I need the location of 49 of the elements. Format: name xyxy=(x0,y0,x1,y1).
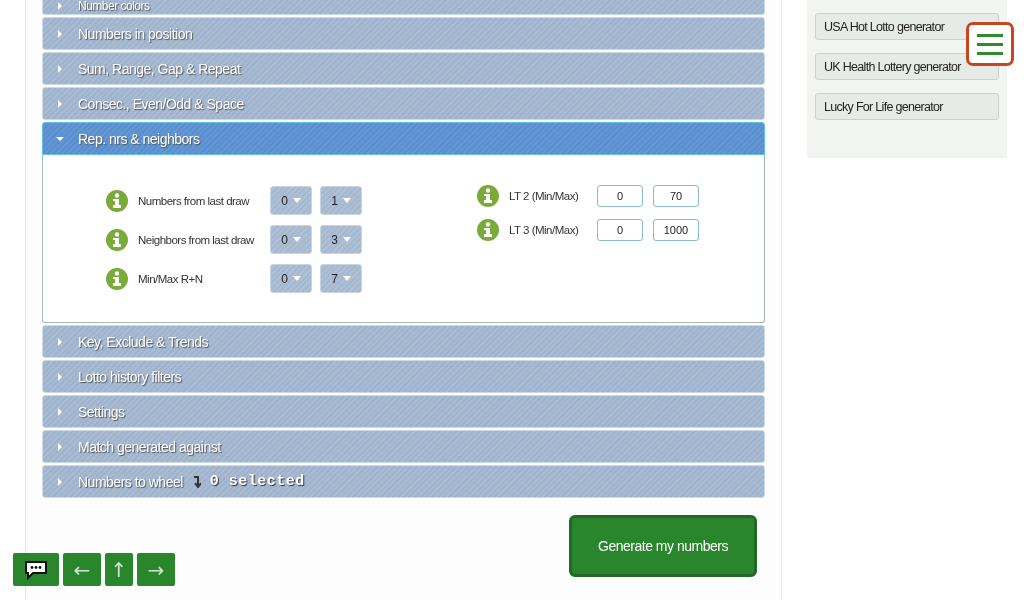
caret-icon xyxy=(342,237,351,242)
nav-arrow-button[interactable]: ← xyxy=(63,553,101,586)
caret-icon xyxy=(56,99,64,108)
min-input[interactable]: 0 xyxy=(597,219,643,241)
filter-label: Neighbors from last draw xyxy=(138,232,256,248)
max-dropdown[interactable]: 1 xyxy=(320,186,362,215)
caret-icon xyxy=(292,237,301,242)
filter-label: Numbers from last draw xyxy=(138,193,251,209)
caret-icon xyxy=(56,372,64,381)
min-dropdown[interactable]: 0 xyxy=(270,186,312,215)
caret-icon xyxy=(56,2,64,10)
filter-label: LT 3 (Min/Max) xyxy=(509,223,580,238)
info-icon[interactable] xyxy=(106,189,128,212)
max-dropdown[interactable]: 7 xyxy=(320,264,362,293)
caret-icon xyxy=(56,407,64,416)
generate-button[interactable]: Generate my numbers xyxy=(569,515,757,577)
caret-icon xyxy=(342,198,351,203)
menu-button[interactable] xyxy=(966,22,1014,66)
speech-bubble-icon xyxy=(24,559,48,580)
info-icon[interactable] xyxy=(106,228,128,251)
nav-arrow-button[interactable]: → xyxy=(137,553,175,586)
caret-icon xyxy=(292,198,301,203)
generator-link[interactable]: Lucky For Life generator xyxy=(815,93,999,120)
filter-label: LT 2 (Min/Max) xyxy=(509,189,580,204)
max-input[interactable]: 70 xyxy=(653,185,699,207)
caret-icon xyxy=(292,276,301,281)
min-dropdown[interactable]: 0 xyxy=(270,264,312,293)
caret-icon xyxy=(56,64,64,73)
arrow-down-icon xyxy=(192,475,201,488)
min-dropdown[interactable]: 0 xyxy=(270,225,312,254)
max-dropdown[interactable]: 3 xyxy=(320,225,362,254)
selected-count: 0 selected xyxy=(209,473,305,490)
caret-icon xyxy=(56,29,64,38)
caret-icon xyxy=(56,442,64,451)
info-icon[interactable] xyxy=(106,267,128,290)
caret-icon xyxy=(56,134,64,143)
min-input[interactable]: 0 xyxy=(597,185,643,207)
filter-label: Min/Max R+N xyxy=(138,271,204,287)
chat-button[interactable] xyxy=(13,553,59,586)
max-input[interactable]: 1000 xyxy=(653,219,699,241)
caret-icon xyxy=(56,337,64,346)
caret-icon xyxy=(342,276,351,281)
generator-link[interactable]: UK Health Lottery generator xyxy=(815,53,999,80)
menu-icon xyxy=(977,32,1003,56)
info-icon[interactable] xyxy=(477,219,499,241)
caret-icon xyxy=(56,477,64,486)
info-icon[interactable] xyxy=(477,185,499,207)
accordion-header[interactable]: Rep. nrs & neighbors xyxy=(42,122,765,155)
nav-arrow-button[interactable]: ↑ xyxy=(105,553,133,586)
